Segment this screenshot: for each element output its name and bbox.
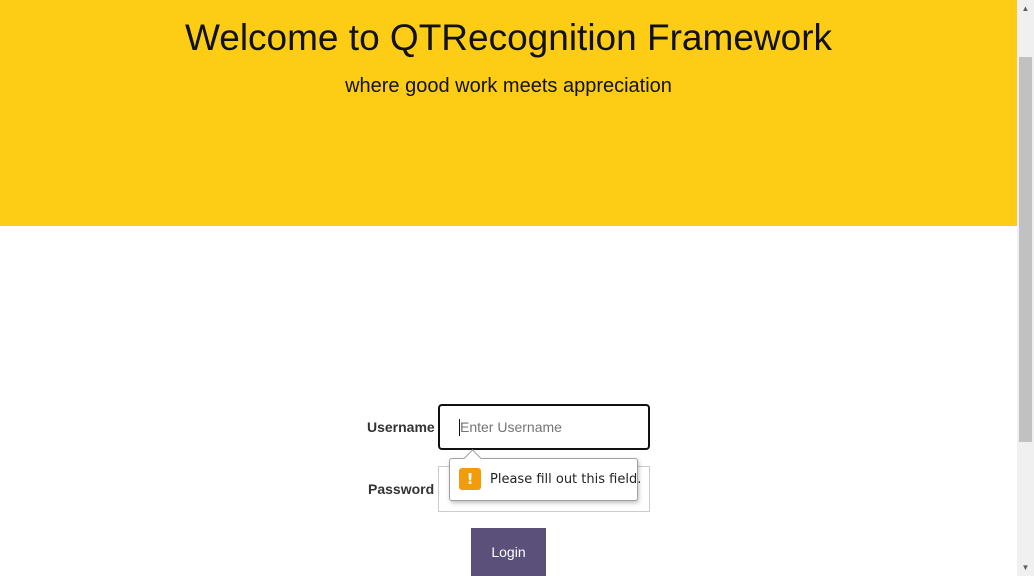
page-title: Welcome to QTRecognition Framework [184, 17, 833, 58]
page-subtitle: where good work meets appreciation [345, 75, 672, 97]
login-button[interactable]: Login [471, 528, 546, 576]
scrollbar-thumb[interactable] [1019, 57, 1032, 442]
vertical-scrollbar[interactable]: ▲ ▼ [1017, 0, 1034, 576]
validation-tooltip: ! Please fill out this field. [449, 449, 642, 501]
text-caret [459, 419, 460, 436]
password-label: Password [368, 481, 435, 497]
username-input[interactable] [438, 404, 650, 450]
tooltip-arrow [463, 449, 482, 468]
page-content: Welcome to QTRecognition Framework where… [0, 0, 1017, 576]
browser-viewport: Welcome to QTRecognition Framework where… [0, 0, 1034, 576]
scroll-up-arrow-icon[interactable]: ▲ [1017, 0, 1034, 17]
validation-message: Please fill out this field. [490, 472, 642, 487]
warning-icon: ! [459, 468, 481, 490]
scroll-down-arrow-icon[interactable]: ▼ [1017, 559, 1034, 576]
hero-banner: Welcome to QTRecognition Framework where… [0, 0, 1017, 226]
username-label: Username [367, 419, 435, 435]
